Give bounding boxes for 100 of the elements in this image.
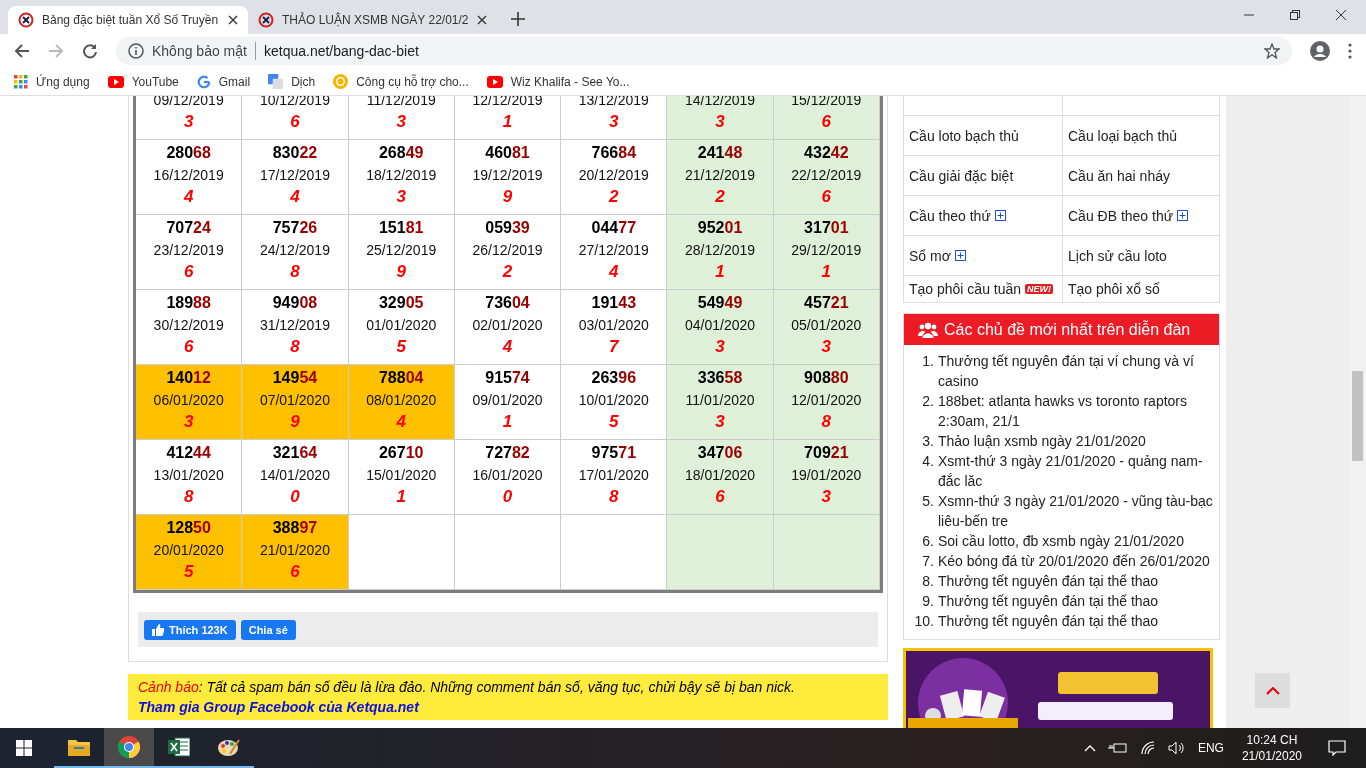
palette-icon bbox=[218, 737, 240, 757]
draw-date: 10/01/2020 bbox=[578, 391, 649, 410]
bookmark[interactable]: YouTube bbox=[107, 74, 179, 89]
bookmark[interactable]: Công cụ hỗ trợ cho... bbox=[333, 74, 469, 89]
item-number: 7. bbox=[921, 552, 935, 571]
language-indicator[interactable]: ENG bbox=[1197, 741, 1224, 755]
lottery-number: 32164 bbox=[272, 443, 318, 463]
menu-link[interactable]: Sổ mơ bbox=[904, 236, 1063, 275]
sum-digit: 1 bbox=[821, 261, 832, 283]
scroll-top-button[interactable] bbox=[1255, 673, 1290, 708]
bookmark[interactable]: Dịch bbox=[268, 74, 316, 89]
close-icon[interactable] bbox=[228, 15, 238, 25]
close-icon[interactable] bbox=[1336, 10, 1346, 20]
draw-date: 05/01/2020 bbox=[791, 316, 862, 335]
sum-digit: 8 bbox=[183, 486, 194, 508]
lottery-number: 90880 bbox=[804, 368, 849, 388]
bookmark[interactable]: Gmail bbox=[196, 74, 251, 89]
menu-link[interactable]: Cầu ăn hai nháy bbox=[1063, 156, 1219, 195]
close-icon[interactable] bbox=[476, 15, 487, 25]
sum-digit: 2 bbox=[502, 261, 513, 283]
lottery-number: 54949 bbox=[697, 293, 743, 313]
new-tab-icon[interactable] bbox=[510, 12, 525, 26]
sum-digit: 8 bbox=[290, 261, 300, 283]
draw-date: 01/01/2020 bbox=[366, 316, 437, 335]
forum-topic-link[interactable]: Thưởng tết nguyên đán tại thể thao bbox=[938, 591, 1159, 611]
notification-icon[interactable] bbox=[1328, 740, 1346, 756]
lottery-number: 83022 bbox=[272, 143, 318, 163]
item-number: 2. bbox=[921, 392, 935, 411]
menu-link[interactable]: Tạo phôi xổ số bbox=[1063, 276, 1219, 302]
expand-icon[interactable] bbox=[994, 210, 1006, 221]
folder-icon bbox=[68, 738, 90, 756]
sum-digit: 3 bbox=[183, 111, 194, 133]
expand-icon[interactable] bbox=[1177, 210, 1189, 221]
forum-topic-link[interactable]: Xsmn-thứ 3 ngày 21/01/2020 - vũng tàu-bạc liêu-bến tre bbox=[938, 491, 1213, 531]
sum-digit: 3 bbox=[396, 111, 406, 133]
address-bar[interactable]: Không bảo mật ketqua.net/bang-dac-biet bbox=[116, 37, 1292, 65]
lottery-number: 28068 bbox=[166, 143, 211, 163]
lottery-number: 32905 bbox=[378, 293, 424, 313]
reload-icon[interactable] bbox=[82, 43, 98, 59]
site-logo-icon bbox=[258, 12, 274, 28]
sum-digit: 6 bbox=[183, 336, 194, 358]
forum-topic-link[interactable]: Thưởng tết nguyên đán tại thể thao bbox=[938, 571, 1159, 591]
chrome-icon bbox=[118, 736, 140, 758]
scrollbar[interactable] bbox=[1349, 96, 1366, 728]
menu-icon[interactable] bbox=[1348, 43, 1352, 59]
item-number: 10. bbox=[913, 612, 935, 631]
battery-plug-icon[interactable] bbox=[1107, 742, 1128, 754]
windows-logo-icon[interactable] bbox=[16, 740, 32, 756]
forum-topic-link[interactable]: Thưởng tết nguyên đán tại ví chung và ví casino bbox=[938, 351, 1213, 391]
bookmark[interactable]: Ứng dụng bbox=[14, 74, 90, 89]
forum-topic-link[interactable]: Thảo luận xsmb ngày 21/01/2020 bbox=[938, 431, 1146, 451]
bookmark[interactable]: Wiz Khalifa - See Yo... bbox=[486, 74, 630, 89]
browser-tab[interactable]: THẢO LUẬN XSMB NGÀY 22/01/2 bbox=[248, 6, 497, 34]
lottery-number: 97571 bbox=[591, 443, 637, 463]
chevron-up-icon[interactable] bbox=[1083, 744, 1096, 752]
like-button[interactable]: Thích 123K bbox=[144, 619, 236, 640]
maximize-icon[interactable] bbox=[1290, 10, 1300, 20]
draw-date: 19/12/2019 bbox=[472, 166, 543, 185]
sum-digit: 3 bbox=[609, 111, 619, 133]
wifi-icon[interactable] bbox=[1139, 741, 1156, 755]
forum-title: Các chủ đề mới nhất trên diễn đàn bbox=[944, 320, 1191, 339]
expand-icon[interactable] bbox=[954, 250, 966, 261]
share-button[interactable]: Chia sẻ bbox=[240, 619, 296, 640]
draw-date: 20/01/2020 bbox=[153, 541, 224, 560]
forum-topic-link[interactable]: Xsmt-thứ 3 ngày 21/01/2020 - quảng nam-đắc lăc bbox=[938, 451, 1213, 491]
forum-topic-link[interactable]: Thưởng tết nguyên đán tại thể thao bbox=[938, 611, 1159, 631]
menu-link[interactable]: Lịch sử cầu loto bbox=[1063, 236, 1219, 275]
sum-digit: 6 bbox=[715, 486, 725, 508]
star-icon[interactable] bbox=[1264, 43, 1280, 59]
draw-date: 03/01/2020 bbox=[578, 316, 649, 335]
lottery-number: 26396 bbox=[591, 368, 637, 388]
menu-link[interactable]: Cầu giải đặc biệt bbox=[904, 156, 1063, 195]
draw-date: 27/12/2019 bbox=[578, 241, 649, 260]
sum-digit: 3 bbox=[396, 186, 406, 208]
item-number: 6. bbox=[921, 532, 935, 551]
lottery-number: 46081 bbox=[485, 143, 530, 163]
browser-tab[interactable]: Bảng đặc biệt tuần Xổ Số Truyền bbox=[8, 6, 248, 34]
draw-date: 25/12/2019 bbox=[366, 241, 437, 260]
sum-digit: 8 bbox=[821, 411, 832, 433]
sum-digit: 1 bbox=[715, 261, 725, 283]
menu-link[interactable]: Tạo phôi cầu tuần NEW! bbox=[904, 276, 1063, 302]
lottery-number: 14954 bbox=[272, 368, 318, 388]
sum-digit: 4 bbox=[609, 261, 619, 283]
sum-digit: 6 bbox=[290, 561, 300, 583]
facebook-group-link[interactable]: Tham gia Group Facebook của Ketqua.net bbox=[138, 697, 878, 717]
forum-topic-link[interactable]: Soi cầu lotto, đb xsmb ngày 21/01/2020 bbox=[938, 531, 1184, 551]
menu-link[interactable]: Cầu loto bạch thủ bbox=[904, 116, 1063, 155]
forum-topic-link[interactable]: Kéo bóng đá từ 20/01/2020 đến 26/01/2020 bbox=[938, 551, 1210, 571]
clock[interactable]: 10:24 CH 21/01/2020 bbox=[1241, 732, 1302, 764]
menu-link[interactable]: Cầu theo thứ bbox=[904, 196, 1063, 235]
account-icon[interactable] bbox=[1310, 41, 1330, 61]
draw-date: 17/12/2019 bbox=[259, 166, 330, 185]
taskbar-app[interactable] bbox=[104, 728, 154, 768]
warning-text: Cảnh báo: Tất cả spam bán số đều là lừa đảo. Những comment bán số, văng tục, chửi bậy sẽ bị ban nick. bbox=[138, 678, 796, 697]
forum-topic-link[interactable]: 188bet: atlanta hawks vs toronto raptors 2:30am, 21/1 bbox=[938, 391, 1213, 431]
menu-link[interactable]: Cầu loại bạch thủ bbox=[1063, 116, 1219, 155]
sum-digit: 3 bbox=[821, 336, 832, 358]
speaker-icon[interactable] bbox=[1167, 741, 1186, 755]
menu-link[interactable]: Cầu ĐB theo thứ bbox=[1063, 196, 1219, 235]
back-icon[interactable] bbox=[14, 43, 30, 59]
